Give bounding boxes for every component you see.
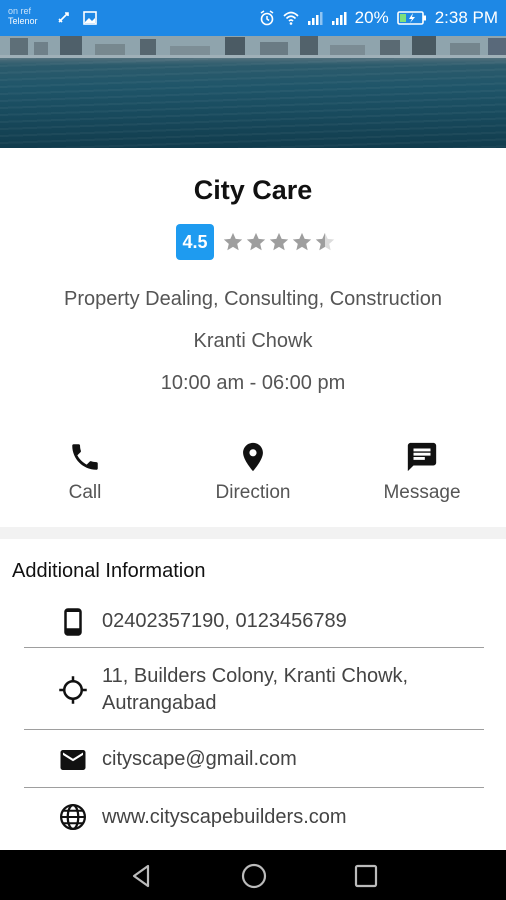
star-icon <box>292 232 312 251</box>
recent-apps-icon[interactable] <box>352 862 380 890</box>
business-hours: 10:00 am - 06:00 pm <box>160 372 346 394</box>
business-location: Kranti Chowk <box>193 330 313 352</box>
water-texture <box>0 58 506 148</box>
star-icon <box>246 232 266 251</box>
business-name: City Care <box>193 175 313 205</box>
back-icon[interactable] <box>128 862 156 890</box>
wifi-icon <box>283 11 299 25</box>
website-url: www.cityscapebuilders.com <box>102 805 347 828</box>
additional-info-heading: Additional Information <box>12 560 206 582</box>
signal-icon <box>307 12 323 25</box>
gps-crosshair-icon <box>56 673 90 707</box>
address-line-2: Autrangabad <box>102 691 217 714</box>
image-icon <box>83 11 97 25</box>
message-icon <box>407 442 437 472</box>
email-row[interactable]: cityscape@gmail.com <box>24 732 484 788</box>
carrier-label: on ref Telenor <box>8 6 38 26</box>
direction-label: Direction <box>215 482 291 503</box>
rating-badge: 4.5 <box>176 224 214 260</box>
message-label: Message <box>383 482 461 503</box>
battery-percent: 20% <box>354 8 389 27</box>
star-rating <box>222 231 336 253</box>
email-icon <box>56 743 90 777</box>
half-star-icon <box>315 232 335 251</box>
home-icon[interactable] <box>240 862 268 890</box>
business-categories: Property Dealing, Consulting, Constructi… <box>64 288 442 310</box>
signal-icon <box>331 12 347 25</box>
notification-icons <box>56 10 98 26</box>
carrier-text: Telenor <box>8 16 38 26</box>
skyline-image <box>0 36 506 58</box>
mobile-phone-icon <box>56 605 90 639</box>
carrier-top-text: on ref <box>8 6 32 16</box>
star-icon <box>223 232 243 251</box>
status-right: 20% 2:38 PM <box>259 8 498 28</box>
call-label: Call <box>68 482 102 503</box>
battery-icon <box>396 11 426 25</box>
location-pin-icon <box>243 442 263 472</box>
section-divider <box>0 527 506 539</box>
phone-icon <box>72 444 98 470</box>
website-row[interactable]: www.cityscapebuilders.com <box>24 790 484 844</box>
rating: 4.5 <box>176 224 336 260</box>
alarm-icon <box>260 10 274 26</box>
message-button[interactable]: Message <box>357 440 487 504</box>
usb-debug-icon <box>58 12 69 23</box>
action-bar: Call Direction Message <box>0 440 506 520</box>
email-address: cityscape@gmail.com <box>102 748 297 770</box>
call-button[interactable]: Call <box>20 440 150 504</box>
address-row[interactable]: 11, Builders Colony, Kranti Chowk, Autra… <box>24 650 484 730</box>
system-nav-bar <box>0 850 506 900</box>
address-line-1: 11, Builders Colony, Kranti Chowk, <box>102 664 409 687</box>
status-bar: on ref Telenor 20% 2:38 PM <box>0 0 506 36</box>
phone-numbers: 02402357190, 0123456789 <box>102 610 347 632</box>
star-icon <box>269 232 289 251</box>
globe-icon <box>56 800 90 834</box>
cover-photo <box>0 36 506 148</box>
address-text: 11, Builders Colony, Kranti Chowk, Autra… <box>102 663 408 717</box>
direction-button[interactable]: Direction <box>188 440 318 504</box>
phone-row[interactable]: 02402357190, 0123456789 <box>24 596 484 648</box>
clock: 2:38 PM <box>434 8 498 27</box>
